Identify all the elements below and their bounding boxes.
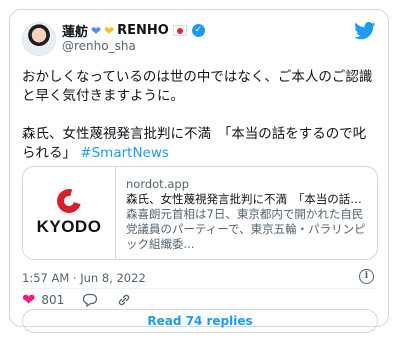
author-display-name-suffix[interactable]: RENHO <box>117 23 169 38</box>
kyodo-logo-icon <box>52 184 86 218</box>
read-replies-button[interactable]: Read 74 replies <box>22 309 378 333</box>
blue-heart-icon: ❤ <box>91 23 102 38</box>
like-count: 801 <box>41 293 65 307</box>
verified-badge-icon: ✓ <box>191 24 205 37</box>
link-preview-body[interactable]: nordot.app 森氏、女性蔑視発言批判に不満 「本当の話をする... 森喜… <box>126 177 372 252</box>
twitter-bird-icon[interactable] <box>354 22 376 40</box>
like-action[interactable]: ❤ 801 <box>22 292 64 308</box>
author-handle[interactable]: @renho_sha <box>62 39 136 53</box>
author-name-row[interactable]: 蓮舫 ❤ ❤ RENHO ✓ <box>62 21 205 40</box>
link-thumbnail[interactable]: KYODO <box>23 167 116 259</box>
info-icon[interactable]: i <box>359 269 374 284</box>
divider <box>22 288 376 289</box>
heart-icon[interactable]: ❤ <box>22 292 35 308</box>
kyodo-logo-text: KYODO <box>36 217 102 236</box>
avatar[interactable] <box>22 22 56 56</box>
tweet-line-1: おかしくなっているのは世の中ではなく、ご本人のご認識と早く気付きますように。 <box>22 69 373 104</box>
reply-action[interactable] <box>82 292 98 308</box>
tweet-timestamp[interactable]: 1:57 AM · Jun 8, 2022 <box>22 271 146 285</box>
japan-flag-icon <box>172 25 187 36</box>
copy-link-action[interactable] <box>116 292 132 308</box>
link-title: 森氏、女性蔑視発言批判に不満 「本当の話をする... <box>126 192 372 206</box>
copy-link-icon[interactable] <box>116 292 132 308</box>
action-bar: ❤ 801 <box>22 292 132 308</box>
link-description: 森喜朗元首相は7日、東京都内で開かれた自民党議員のパーティーで、東京五輪・パラリ… <box>126 207 366 251</box>
hashtag-link[interactable]: #SmartNews <box>80 145 169 161</box>
author-display-name[interactable]: 蓮舫 <box>62 21 88 40</box>
link-domain: nordot.app <box>126 177 189 191</box>
tweet-text: おかしくなっているのは世の中ではなく、ご本人のご認識と早く気付きますように。 森… <box>22 68 378 163</box>
tweet-card: 蓮舫 ❤ ❤ RENHO ✓ @renho_sha おかしくなっているのは世の中… <box>9 9 389 333</box>
tweet-line-2: 森氏、女性蔑視発言批判に不満 「本当の話をするので叱られる」 #SmartNew… <box>22 125 378 163</box>
yellow-heart-icon: ❤ <box>104 23 115 38</box>
reply-icon[interactable] <box>82 292 98 308</box>
link-preview-card[interactable]: KYODO nordot.app 森氏、女性蔑視発言批判に不満 「本当の話をする… <box>22 166 378 260</box>
tweet-line-2-text: 森氏、女性蔑視発言批判に不満 「本当の話をするので叱られる」 <box>22 126 367 161</box>
